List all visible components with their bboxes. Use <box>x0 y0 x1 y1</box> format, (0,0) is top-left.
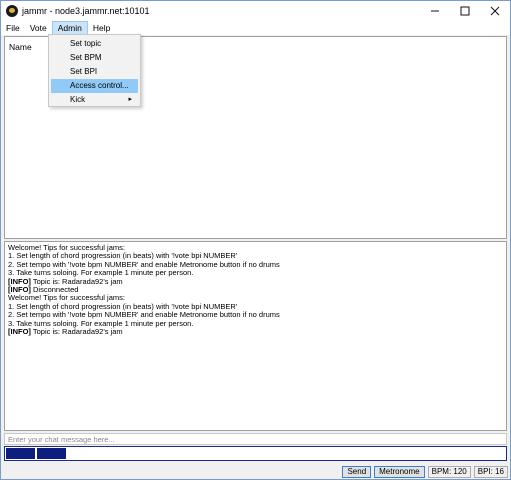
chat-message-input[interactable] <box>4 433 507 445</box>
chat-log[interactable]: Welcome! Tips for successful jams: 1. Se… <box>4 241 507 431</box>
minimize-button[interactable] <box>420 1 450 21</box>
metronome-button[interactable]: Metronome <box>374 465 425 478</box>
maximize-button[interactable] <box>450 1 480 21</box>
channel-meters <box>4 446 507 461</box>
maximize-icon <box>460 6 470 16</box>
window-title: jammr - node3.jammr.net:10101 <box>22 6 150 16</box>
title-bar: jammr - node3.jammr.net:10101 <box>1 1 510 21</box>
close-icon <box>490 6 500 16</box>
jammr-app-icon <box>6 5 18 17</box>
chat-line: [INFO] Topic is: Radarada92's jam <box>8 327 123 337</box>
channel-meter[interactable] <box>6 448 35 459</box>
menu-vote[interactable]: Vote <box>25 21 52 35</box>
menu-item-set-bpi[interactable]: Set BPI <box>51 65 138 79</box>
menu-item-set-bpm[interactable]: Set BPM <box>51 51 138 65</box>
minimize-icon <box>431 10 439 12</box>
bpm-label: BPM: 120 <box>427 465 471 478</box>
chat-line: [INFO] Topic is: Radarada92's jam <box>8 276 123 286</box>
admin-menu-dropdown: Set topic Set BPM Set BPI Access control… <box>48 34 141 107</box>
submenu-arrow-icon: ▸ <box>128 96 132 103</box>
menu-item-kick[interactable]: Kick ▸ <box>51 93 138 107</box>
app-window: jammr - node3.jammr.net:10101 File Vote … <box>0 0 511 480</box>
bpi-label: BPI: 16 <box>473 465 508 478</box>
menu-file[interactable]: File <box>1 21 25 35</box>
menu-admin[interactable]: Admin <box>51 21 88 35</box>
menu-bar: File Vote Admin Help <box>1 21 510 35</box>
status-bar: Send Metronome BPM: 120 BPI: 16 <box>1 464 510 479</box>
name-column-header[interactable]: Name <box>9 42 32 52</box>
menu-help[interactable]: Help <box>88 21 115 35</box>
menu-item-set-topic[interactable]: Set topic <box>51 37 138 51</box>
channel-meter[interactable] <box>37 448 66 459</box>
menu-item-access-control[interactable]: Access control... <box>51 79 138 93</box>
send-button[interactable]: Send <box>342 465 372 478</box>
close-button[interactable] <box>480 1 510 21</box>
